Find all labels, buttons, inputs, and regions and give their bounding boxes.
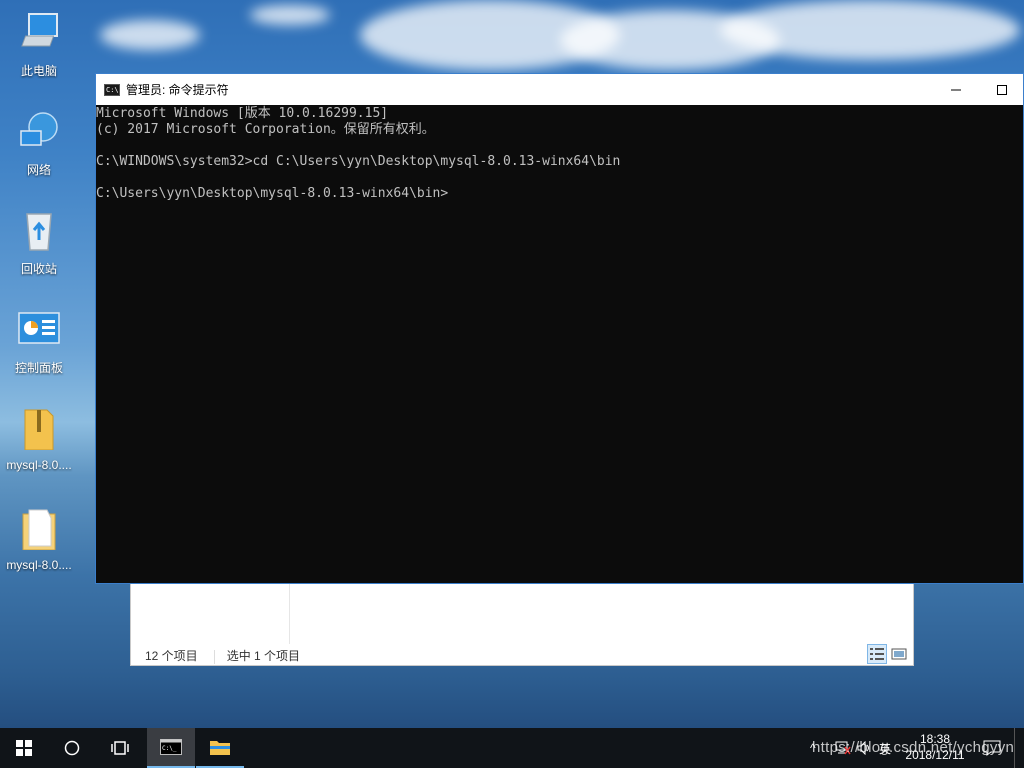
cmd-title: 管理员: 命令提示符	[126, 83, 229, 97]
desktop-icon-label: 回收站	[20, 262, 57, 276]
status-bar: 12 个项目 选中 1 个项目	[145, 647, 316, 664]
cmd-window[interactable]: C:\ 管理员: 命令提示符 Microsoft Windows [版本 10.…	[95, 73, 1024, 584]
computer-icon	[17, 10, 61, 54]
desktop-icon-mysql-zip[interactable]: mysql-8.0....	[4, 402, 74, 482]
large-icons-view-icon	[891, 648, 907, 660]
item-count: 12 个项目	[145, 649, 198, 663]
details-view-icon	[870, 648, 884, 660]
desktop-icon-recycle-bin[interactable]: 回收站	[4, 204, 74, 284]
desktop-icon-control-panel[interactable]: 控制面板	[4, 303, 74, 383]
desktop-icon-label: 网络	[26, 163, 51, 177]
console-line: (c) 2017 Microsoft Corporation。保留所有权利。	[96, 122, 435, 137]
control-panel-icon	[17, 307, 61, 351]
desktop-icon-label: mysql-8.0....	[6, 458, 72, 472]
selected-count: 选中 1 个项目	[226, 649, 301, 663]
cmd-app-icon: C:\	[104, 83, 120, 96]
svg-text:C:\_: C:\_	[162, 745, 177, 752]
console-line: C:\WINDOWS\system32>cd C:\Users\yyn\Desk…	[96, 154, 621, 169]
start-button[interactable]	[0, 728, 48, 768]
task-view-icon	[111, 741, 129, 755]
minimize-button[interactable]	[933, 74, 979, 105]
desktop-icon-label: 控制面板	[14, 361, 63, 375]
cortana-icon	[64, 740, 80, 756]
pane-divider	[289, 584, 290, 644]
desktop-icon-mysql-folder[interactable]: mysql-8.0....	[4, 502, 74, 582]
cmd-icon: C:\_	[160, 739, 182, 755]
maximize-icon	[997, 84, 1007, 95]
windows-logo-icon	[16, 740, 32, 756]
cloud	[250, 5, 330, 25]
console-output[interactable]: Microsoft Windows [版本 10.0.16299.15] (c) …	[96, 105, 1023, 202]
show-desktop-button[interactable]	[1014, 728, 1024, 768]
recycle-bin-icon	[17, 208, 61, 252]
cloud	[100, 20, 200, 50]
cloud	[720, 0, 1020, 60]
explorer-window[interactable]: 12 个项目 选中 1 个项目	[130, 583, 914, 666]
watermark: https://blog.csdn.net/ychgyyn	[812, 739, 1015, 756]
taskbar-explorer-button[interactable]	[196, 728, 244, 768]
console-line: Microsoft Windows [版本 10.0.16299.15]	[96, 106, 389, 121]
folder-icon	[17, 506, 61, 551]
file-explorer-icon	[210, 741, 230, 755]
desktop-icon-label: mysql-8.0....	[6, 558, 72, 572]
cmd-titlebar[interactable]: C:\ 管理员: 命令提示符	[96, 74, 1023, 105]
desktop-icon-this-pc[interactable]: 此电脑	[4, 6, 74, 86]
desktop-icon-network[interactable]: 网络	[4, 105, 74, 185]
taskbar-cmd-button[interactable]: C:\_	[147, 728, 195, 768]
network-icon	[17, 109, 61, 153]
console-prompt-line[interactable]: C:\Users\yyn\Desktop\mysql-8.0.13-winx64…	[96, 186, 1023, 202]
task-view-button[interactable]	[96, 728, 144, 768]
zip-folder-icon	[17, 406, 61, 451]
status-separator	[213, 649, 215, 664]
desktop-icon-label: 此电脑	[20, 64, 57, 78]
large-icons-view-button[interactable]	[889, 644, 909, 664]
minimize-icon	[951, 89, 961, 90]
details-view-button[interactable]	[867, 644, 887, 664]
maximize-button[interactable]	[979, 74, 1024, 105]
cortana-button[interactable]	[48, 728, 96, 768]
